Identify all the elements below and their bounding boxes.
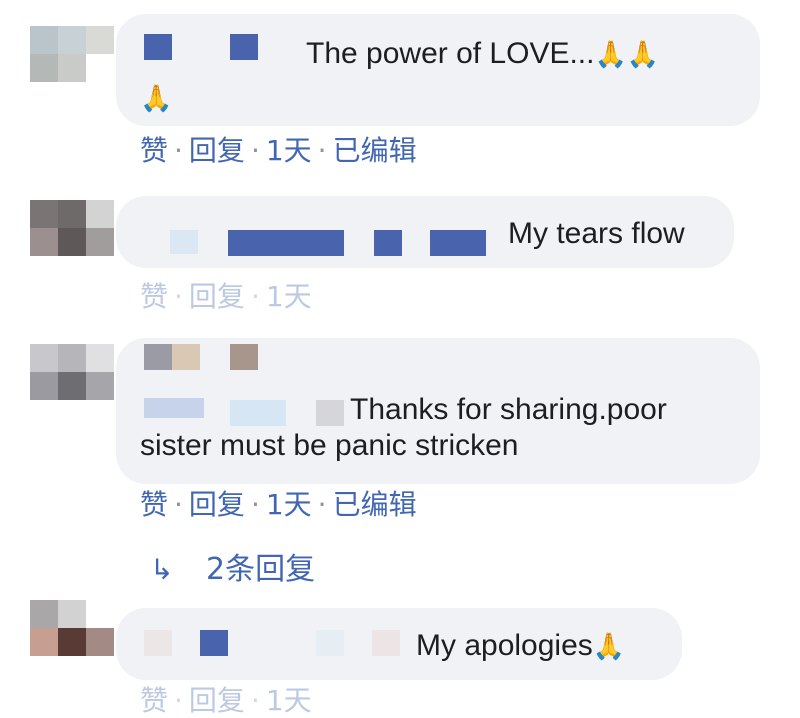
avatar[interactable] [30, 344, 118, 400]
like-link[interactable]: 赞 [140, 134, 168, 167]
view-replies-link[interactable]: ↳ 2条回复 [150, 552, 315, 588]
redacted-name [316, 400, 344, 426]
avatar[interactable] [30, 200, 118, 256]
redacted-name [200, 630, 228, 656]
redacted-name [144, 630, 172, 656]
redacted-name [430, 230, 486, 256]
comment-text-wrap: 🙏 [140, 80, 172, 116]
redacted-name [316, 630, 344, 656]
reply-link[interactable]: 回复 [189, 488, 245, 521]
comment-text: My apologies🙏 [416, 629, 626, 662]
redacted-name [230, 34, 258, 60]
praying-hands-icon: 🙏🙏 [594, 39, 660, 69]
timestamp[interactable]: 1天 [266, 134, 312, 167]
replies-count: 2条回复 [206, 552, 316, 587]
redacted-name [172, 344, 200, 370]
comment-text: The power of LOVE...🙏🙏 [306, 37, 660, 70]
praying-hands-icon: 🙏 [592, 631, 626, 661]
redacted-name [230, 400, 286, 426]
redacted-name [144, 398, 204, 418]
redacted-name [372, 630, 400, 656]
redacted-name [170, 230, 198, 254]
timestamp[interactable]: 1天 [266, 280, 312, 313]
redacted-name [144, 34, 172, 60]
comment-actions: 赞 · 回复 · 1天 [140, 684, 312, 717]
reply-link[interactable]: 回复 [189, 684, 245, 717]
like-link[interactable]: 赞 [140, 684, 168, 717]
comment-text: Thanks for sharing.poor [350, 393, 667, 426]
edited-label[interactable]: 已编辑 [333, 488, 417, 521]
avatar[interactable] [30, 26, 118, 82]
reply-link[interactable]: 回复 [189, 280, 245, 313]
praying-hands-icon: 🙏 [140, 83, 173, 113]
redacted-name [230, 344, 258, 370]
edited-label[interactable]: 已编辑 [333, 134, 417, 167]
like-link[interactable]: 赞 [140, 488, 168, 521]
comment-actions: 赞 · 回复 · 1天 [140, 280, 312, 313]
reply-link[interactable]: 回复 [189, 134, 245, 167]
like-link[interactable]: 赞 [140, 280, 168, 313]
comment-text: My tears flow [508, 217, 685, 250]
timestamp[interactable]: 1天 [266, 684, 312, 717]
comment-text-wrap: sister must be panic stricken [140, 429, 519, 462]
timestamp[interactable]: 1天 [266, 488, 312, 521]
redacted-name [228, 230, 344, 256]
avatar[interactable] [30, 600, 118, 656]
comment-actions: 赞 · 回复 · 1天 · 已编辑 [140, 488, 417, 521]
redacted-name [144, 344, 172, 370]
redacted-name [374, 230, 402, 256]
comment-actions: 赞 · 回复 · 1天 · 已编辑 [140, 134, 417, 167]
reply-arrow-icon: ↳ [150, 553, 174, 586]
